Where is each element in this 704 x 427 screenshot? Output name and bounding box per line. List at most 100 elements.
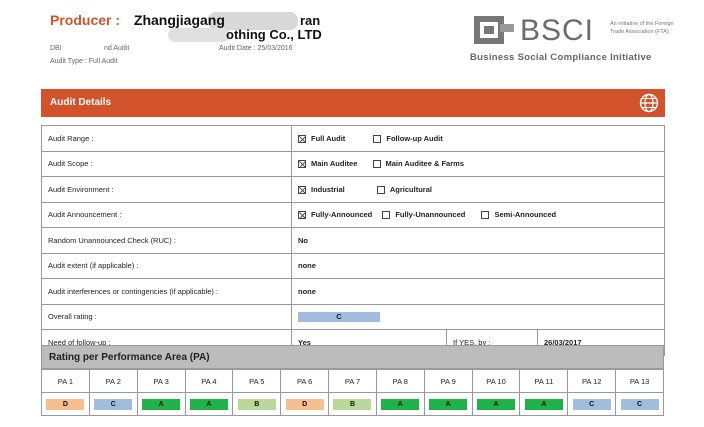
pa-header-cell: PA 13 [615, 369, 664, 393]
rating-badge: A [429, 398, 468, 410]
overall-rating-badge: C [298, 311, 380, 322]
row-label: Audit Announcement : [41, 201, 292, 228]
bsci-logo: BSCI An initiative of the Foreign Trade … [470, 14, 674, 66]
table-row: DCAABDBAAAACC [41, 392, 664, 416]
pa-header-cell: PA 11 [519, 369, 569, 393]
row-label: Audit interferences or contingencies (if… [41, 278, 292, 305]
pa-header-cell: PA 1 [41, 369, 90, 393]
checked-checkbox-icon [298, 185, 306, 194]
section-header: Audit Details [41, 89, 665, 117]
rating-badge: D [46, 398, 85, 410]
pa-header-cell: PA 8 [375, 369, 425, 393]
pa-header-cell: PA 7 [328, 369, 377, 393]
pa-rating-cell: C [567, 392, 617, 416]
option: Full Audit [298, 134, 345, 143]
audit-date: Audit Date : 25/03/2016 [219, 45, 293, 52]
section-title: Audit Details [50, 97, 112, 108]
pa-header-cell: PA 2 [88, 369, 138, 393]
pa-header-cell: PA 4 [184, 369, 234, 393]
rating-badge: C [572, 398, 611, 410]
bsci-tagline: An initiative of the Foreign Trade Assoc… [610, 21, 674, 35]
rating-badge: A [189, 398, 228, 410]
row-value: No [290, 227, 666, 254]
table-row: Overall rating : C [41, 303, 666, 330]
table-row: Audit Range : Full Audit Follow-up Audit [41, 125, 666, 152]
checkbox-icon [382, 211, 391, 220]
pa-header-cell: PA 10 [471, 369, 521, 393]
performance-title: Rating per Performance Area (PA) [49, 352, 210, 363]
performance-table: PA 1 PA 2 PA 3 PA 4 PA 5 PA 6 PA 7 PA 8 PA 9 PA 1… [41, 369, 664, 416]
rating-badge: A [524, 398, 563, 410]
pa-rating-cell: D [41, 392, 90, 416]
row-label: Overall rating : [41, 303, 292, 330]
pa-rating-cell: A [423, 392, 473, 416]
globe-icon [639, 93, 659, 113]
row-options: Main Auditee Main Auditee & Farms [290, 150, 666, 177]
option: Follow-up Audit [373, 134, 443, 143]
pa-header-cell: PA 12 [567, 369, 617, 393]
producer-label: Producer : [50, 12, 121, 28]
rating-badge: C [620, 398, 659, 410]
checked-checkbox-icon [298, 160, 306, 169]
bsci-emblem-icon [474, 16, 514, 44]
audit-details-table: Audit Range : Full Audit Follow-up Audit… [41, 125, 666, 356]
pa-rating-cell: B [232, 392, 282, 416]
pa-rating-cell: A [519, 392, 569, 416]
pa-rating-cell: A [136, 392, 186, 416]
checkbox-icon [376, 185, 385, 194]
pa-header-cell: PA 9 [423, 369, 473, 393]
row-label: Audit Environment : [41, 176, 292, 203]
option: Main Auditee & Farms [372, 159, 464, 169]
checkbox-icon [372, 160, 381, 169]
checked-checkbox-icon [298, 211, 306, 220]
audit-type: Audit Type : Full Audit [50, 58, 118, 65]
pa-rating-cell: A [184, 392, 234, 416]
row-label: Audit Scope : [41, 150, 292, 177]
table-row: Random Unannounced Check (RUC) : No [41, 227, 666, 254]
row-label: Random Unannounced Check (RUC) : [41, 227, 292, 254]
table-row: Audit Announcement : Fully-Announced Ful… [41, 201, 666, 228]
option: Semi-Announced [481, 210, 556, 220]
table-row: Audit extent (if applicable) : none [41, 252, 666, 279]
row-value: C [290, 303, 666, 330]
pa-rating-cell: A [471, 392, 521, 416]
option: Fully-Announced [298, 210, 372, 220]
rating-badge: A [381, 398, 420, 410]
bsci-wordmark: BSCI [520, 14, 595, 47]
option: Industrial [298, 185, 345, 194]
rating-badge: D [285, 398, 324, 410]
pa-rating-cell: C [88, 392, 138, 416]
row-options: Full Audit Follow-up Audit [290, 125, 666, 152]
producer-name-line2: othing Co., LTD [226, 27, 322, 42]
table-row: PA 1 PA 2 PA 3 PA 4 PA 5 PA 6 PA 7 PA 8 PA 9 PA 1… [41, 369, 664, 393]
checkbox-icon [481, 211, 490, 220]
redacted-blur [168, 28, 230, 42]
pa-header-cell: PA 5 [232, 369, 282, 393]
row-label: Audit Range : [41, 125, 292, 152]
pa-rating-cell: C [615, 392, 664, 416]
producer-name: Zhangjiagang [133, 12, 225, 28]
bsci-subtitle: Business Social Compliance Initiative [470, 52, 652, 63]
performance-header: Rating per Performance Area (PA) [41, 345, 664, 369]
producer-line: Producer : Zhangjiagang [50, 12, 225, 28]
pa-rating-cell: B [328, 392, 377, 416]
table-row: Audit Environment : Industrial Agricultu… [41, 176, 666, 203]
option: Fully-Unannounced [382, 210, 465, 220]
checkbox-icon [373, 134, 382, 143]
row-options: Fully-Announced Fully-Unannounced Semi-A… [290, 201, 666, 228]
producer-name-tail: ran [300, 13, 321, 28]
pa-rating-cell: A [375, 392, 425, 416]
option: Main Auditee [298, 159, 357, 169]
rating-badge: C [94, 398, 133, 410]
pa-rating-cell: D [280, 392, 330, 416]
dbid: DBI [50, 45, 62, 52]
rating-badge: B [333, 398, 372, 410]
table-row: Audit interferences or contingencies (if… [41, 278, 666, 305]
rating-badge: A [142, 398, 181, 410]
row-label: Audit extent (if applicable) : [41, 252, 292, 279]
rating-badge: A [477, 398, 516, 410]
audit-kind: nd Audit [104, 45, 130, 52]
row-value: none [290, 278, 666, 305]
checked-checkbox-icon [298, 134, 306, 143]
rating-badge: B [237, 398, 276, 410]
